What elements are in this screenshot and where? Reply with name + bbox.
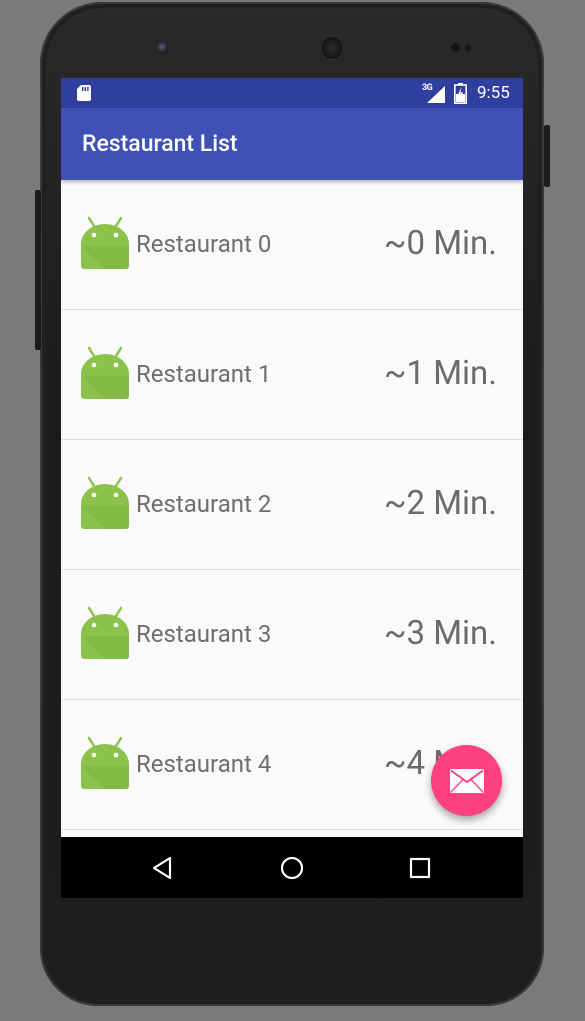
recents-icon[interactable] (405, 853, 435, 883)
status-clock: 9:55 (477, 83, 510, 103)
front-camera (157, 42, 169, 54)
android-icon (81, 606, 129, 659)
android-icon (81, 476, 129, 529)
restaurant-list: Restaurant 0 ~0 Min. Restaurant 1 ~1 Min… (61, 180, 523, 830)
email-icon (449, 768, 484, 793)
app-bar: Restaurant List (61, 108, 523, 180)
restaurant-time: ~1 Min. (384, 354, 497, 393)
restaurant-name: Restaurant 3 (136, 620, 272, 648)
battery-icon (454, 83, 467, 104)
list-item[interactable]: Restaurant 0 ~0 Min. (61, 180, 523, 310)
list-item[interactable]: Restaurant 2 ~2 Min. (61, 440, 523, 570)
email-fab-button[interactable] (431, 745, 502, 816)
home-icon[interactable] (277, 853, 307, 883)
proximity-sensor (451, 43, 460, 52)
status-bar: 3G 9:55 (61, 78, 523, 108)
list-item[interactable]: Restaurant 3 ~3 Min. (61, 570, 523, 700)
restaurant-time: ~0 Min. (384, 224, 497, 263)
volume-button (35, 190, 41, 350)
restaurant-time: ~3 Min. (384, 614, 497, 653)
list-item[interactable]: Restaurant 1 ~1 Min. (61, 310, 523, 440)
android-icon (81, 736, 129, 789)
android-icon (81, 346, 129, 399)
back-icon[interactable] (149, 853, 179, 883)
restaurant-name: Restaurant 4 (136, 750, 272, 778)
earpiece-speaker (321, 37, 343, 59)
page-title: Restaurant List (82, 130, 238, 157)
screen: 3G 9:55 Restaurant List Restaurant 0 ~0 … (61, 78, 523, 898)
restaurant-time: ~2 Min. (384, 484, 497, 523)
navigation-bar (61, 837, 523, 898)
power-button (544, 125, 550, 187)
signal-icon (427, 86, 445, 103)
sd-card-icon (77, 85, 91, 101)
light-sensor (465, 45, 471, 51)
restaurant-name: Restaurant 2 (136, 490, 272, 518)
restaurant-name: Restaurant 1 (136, 360, 272, 388)
android-icon (81, 216, 129, 269)
restaurant-name: Restaurant 0 (136, 230, 272, 258)
